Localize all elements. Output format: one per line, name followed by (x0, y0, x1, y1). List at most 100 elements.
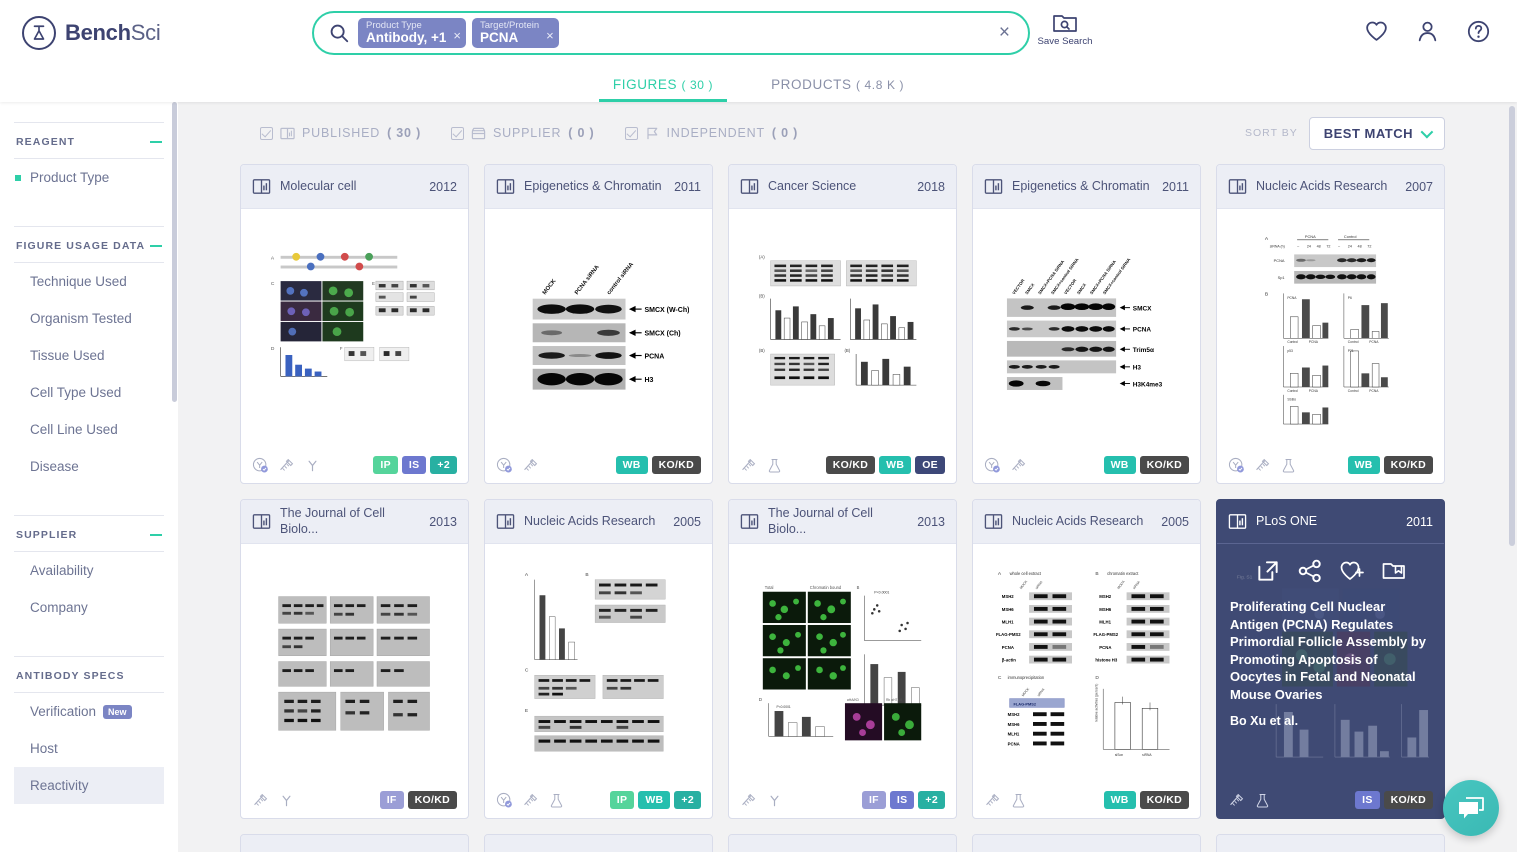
antibody-verified-icon[interactable] (1228, 457, 1245, 474)
svg-text:–: – (1338, 244, 1341, 248)
checkbox-icon[interactable] (260, 126, 273, 140)
svg-text:P21: P21 (1348, 348, 1354, 352)
brand-logo[interactable]: BenchSci (22, 16, 161, 50)
flask-icon[interactable] (766, 457, 783, 474)
figure-card[interactable]: Epigenetics & Chromatin 2011 MOCK PCNA s… (484, 164, 713, 484)
sidebar-item-cell-type-used[interactable]: Cell Type Used (14, 374, 164, 411)
sidebar-group-reagent[interactable]: REAGENT (14, 122, 164, 159)
sidebar-item-company[interactable]: Company (14, 589, 164, 626)
technique-icon[interactable] (1228, 792, 1245, 809)
sidebar-item-organism-tested[interactable]: Organism Tested (14, 300, 164, 337)
save-to-folder-icon[interactable] (1381, 558, 1407, 584)
antibody-icon[interactable] (304, 457, 321, 474)
figure-thumbnail[interactable] (241, 544, 468, 782)
technique-icon[interactable] (740, 457, 757, 474)
tab-products[interactable]: PRODUCTS ( 4.8 K ) (757, 77, 918, 102)
minus-icon[interactable] (150, 141, 162, 143)
sidebar-item-tissue-used[interactable]: Tissue Used (14, 337, 164, 374)
sidebar-scrollbar[interactable] (172, 102, 177, 402)
filter-supplier[interactable]: SUPPLIER ( 0 ) (451, 126, 594, 141)
results-scrollbar[interactable] (1509, 106, 1515, 546)
sidebar-item-cell-line-used[interactable]: Cell Line Used (14, 411, 164, 448)
antibody-icon[interactable] (766, 792, 783, 809)
filter-independent[interactable]: INDEPENDENT ( 0 ) (624, 126, 799, 141)
checkbox-icon[interactable] (451, 126, 465, 140)
chip-remove-icon[interactable]: × (546, 28, 554, 43)
filter-chip-product-type[interactable]: Product Type Antibody, +1 × (358, 17, 466, 49)
sidebar-group-antibody-specs[interactable]: ANTIBODY SPECS (14, 656, 164, 693)
technique-icon[interactable] (522, 457, 539, 474)
open-external-icon[interactable] (1255, 558, 1281, 584)
flask-icon[interactable] (1280, 457, 1297, 474)
help-icon[interactable] (1466, 19, 1491, 44)
figure-thumbnail[interactable]: A C E D F (241, 209, 468, 447)
technique-icon[interactable] (252, 792, 269, 809)
chip-remove-icon[interactable]: × (453, 28, 461, 43)
figure-card[interactable]: Nucleic Acids Research 2007 A PCNA Contro… (1216, 164, 1445, 484)
technique-icon[interactable] (1010, 457, 1027, 474)
sidebar-item-verification[interactable]: Verification New (14, 693, 164, 730)
technique-icon[interactable] (522, 792, 539, 809)
figure-thumbnail[interactable]: MOCK PCNA siRNA control siRNA SMCX (W-Ch… (485, 209, 712, 447)
sort-dropdown[interactable]: BEST MATCH (1308, 116, 1445, 150)
figure-card[interactable] (240, 834, 469, 852)
share-icon[interactable] (1297, 558, 1323, 584)
minus-icon[interactable] (150, 245, 162, 247)
minus-icon[interactable] (150, 534, 162, 536)
sidebar-item-product-type[interactable]: Product Type (14, 159, 164, 196)
figure-card[interactable]: Nucleic Acids Research 2005 A whole cell… (972, 499, 1201, 819)
svg-text:C: C (271, 281, 275, 287)
sidebar-group-figure-usage-data[interactable]: FIGURE USAGE DATA (14, 226, 164, 263)
sidebar-item-technique-used[interactable]: Technique Used (14, 263, 164, 300)
figure-thumbnail[interactable]: Total Chromatin bound B P<0.0001 D P<0.00… (729, 544, 956, 782)
figure-thumbnail[interactable]: A B C E (485, 544, 712, 782)
flask-icon[interactable] (1254, 792, 1271, 809)
technique-icon[interactable] (740, 792, 757, 809)
figure-card[interactable]: The Journal of Cell Biolo... 2013 (728, 499, 957, 819)
save-search-button[interactable]: Save Search (1036, 12, 1094, 47)
figure-thumbnail[interactable]: A whole cell extract B chromatin extract… (973, 544, 1200, 782)
figure-card[interactable] (728, 834, 957, 852)
figure-thumbnail[interactable]: Fig. S1 Proliferating Cell Nuclear Antig… (1217, 544, 1444, 782)
technique-icon[interactable] (1254, 457, 1271, 474)
sidebar-group-supplier[interactable]: SUPPLIER (14, 515, 164, 552)
technique-icon[interactable] (278, 457, 295, 474)
add-favorite-icon[interactable] (1339, 558, 1365, 584)
sidebar-item-reactivity[interactable]: Reactivity (14, 767, 164, 804)
antibody-verified-icon[interactable] (496, 457, 513, 474)
technique-icon[interactable] (984, 792, 1001, 809)
checkbox-icon[interactable] (624, 126, 638, 140)
figure-card[interactable]: Molecular cell 2012 A C E D F IP IS +2 (240, 164, 469, 484)
figure-card[interactable]: Epigenetics & Chromatin 2011 VECTOR SMCX… (972, 164, 1201, 484)
figure-thumbnail[interactable]: VECTOR SMCX SMCX+PCNA SiRNA SMCX+control… (973, 209, 1200, 447)
sidebar-item-disease[interactable]: Disease (14, 448, 164, 485)
badge-more[interactable]: +2 (674, 791, 701, 809)
figure-card[interactable]: Cancer Science 2018 (A) (B) (B) (B) KO/K… (728, 164, 957, 484)
figure-card[interactable]: Nucleic Acids Research 2005 A B C E IP W… (484, 499, 713, 819)
antibody-verified-icon[interactable] (496, 792, 513, 809)
badge-more[interactable]: +2 (430, 456, 457, 474)
figure-card[interactable] (1216, 834, 1445, 852)
chat-widget-button[interactable] (1443, 780, 1499, 836)
sidebar-item-host[interactable]: Host (14, 730, 164, 767)
account-icon[interactable] (1415, 19, 1440, 44)
tab-figures[interactable]: FIGURES ( 30 ) (598, 77, 728, 102)
figure-card[interactable]: The Journal of Cell Biolo... 2013 (240, 499, 469, 819)
search-bar[interactable]: Product Type Antibody, +1 × Target/Prote… (312, 11, 1030, 55)
badge-more[interactable]: +2 (918, 791, 945, 809)
clear-search-icon[interactable]: × (993, 22, 1016, 44)
antibody-verified-icon[interactable] (984, 457, 1001, 474)
antibody-verified-icon[interactable] (252, 457, 269, 474)
figure-thumbnail[interactable]: A PCNA Control siRNA (h) – 24 48 72 – 24 48 72 P… (1217, 209, 1444, 447)
filter-published[interactable]: PUBLISHED ( 30 ) (260, 126, 421, 141)
figure-card-selected[interactable]: PLoS ONE 2011 Fig. S1 Proliferating Cell… (1216, 499, 1445, 819)
filter-chip-target-protein[interactable]: Target/Protein PCNA × (471, 17, 559, 49)
antibody-icon[interactable] (278, 792, 295, 809)
figure-card[interactable] (484, 834, 713, 852)
flask-icon[interactable] (548, 792, 565, 809)
flask-icon[interactable] (1010, 792, 1027, 809)
favorites-icon[interactable] (1364, 19, 1389, 44)
figure-thumbnail[interactable]: (A) (B) (B) (B) (729, 209, 956, 447)
figure-card[interactable] (972, 834, 1201, 852)
sidebar-item-availability[interactable]: Availability (14, 552, 164, 589)
